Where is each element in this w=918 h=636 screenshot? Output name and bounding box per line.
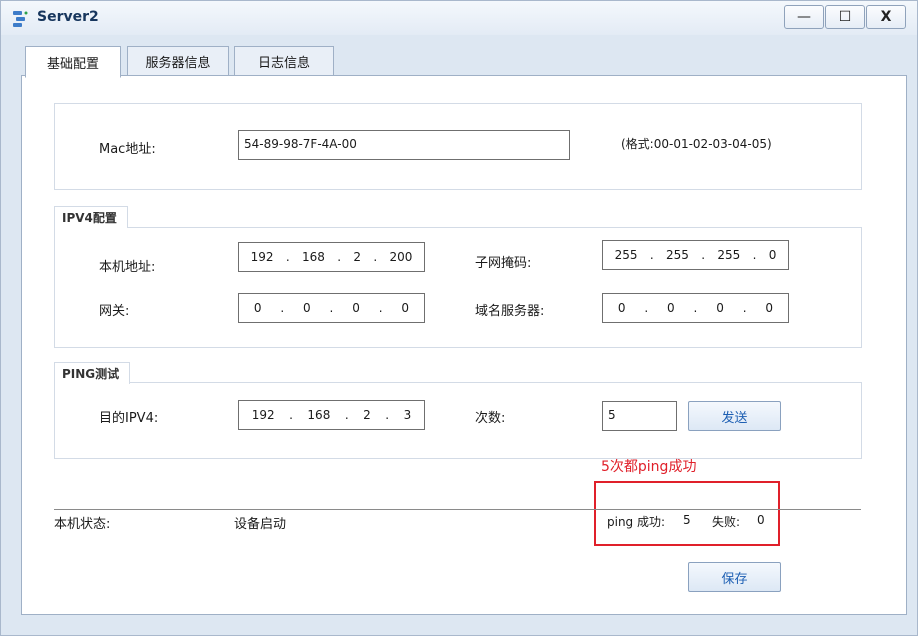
- dot: .: [742, 301, 747, 315]
- mac-label: Mac地址:: [99, 142, 156, 157]
- octet: 0: [401, 301, 410, 315]
- ipv4-legend: IPV4配置: [54, 206, 128, 228]
- octet: 0: [667, 301, 675, 315]
- send-button[interactable]: 发送: [688, 401, 781, 431]
- local-address-input[interactable]: 192. 168. 2. 200: [238, 242, 425, 272]
- ping-legend-text: PING测试: [62, 367, 120, 381]
- ipv4-legend-text: IPV4配置: [62, 211, 117, 225]
- ping-success-label: ping 成功:: [607, 515, 666, 529]
- dot: .: [693, 301, 698, 315]
- octet: 0: [303, 301, 311, 315]
- octet: 192: [250, 250, 274, 264]
- dns-label: 域名服务器:: [475, 304, 545, 319]
- octet: 0: [617, 301, 626, 315]
- ping-legend: PING测试: [54, 362, 131, 384]
- status-divider: [54, 509, 861, 510]
- dot: .: [701, 248, 706, 262]
- tab-server-info[interactable]: 服务器信息: [127, 46, 229, 77]
- subnet-mask-label: 子网掩码:: [475, 256, 532, 271]
- tab-basic-config-label: 基础配置: [46, 56, 99, 72]
- close-button[interactable]: X: [866, 5, 906, 29]
- annotation-text: 5次都ping成功: [601, 459, 697, 475]
- gateway-input[interactable]: 0. 0. 0. 0: [238, 293, 425, 323]
- maximize-button[interactable]: ☐: [825, 5, 865, 29]
- octet: 0: [765, 301, 774, 315]
- octet: 255: [665, 248, 689, 262]
- count-input[interactable]: 5: [602, 401, 677, 431]
- maximize-icon: ☐: [838, 9, 852, 25]
- status-value: 设备启动: [234, 517, 287, 532]
- dot: .: [344, 408, 349, 422]
- octet: 0: [352, 301, 360, 315]
- dot: .: [644, 301, 649, 315]
- dest-ipv4-label: 目的IPV4:: [99, 411, 159, 426]
- dot: .: [285, 250, 290, 264]
- server-app-icon: [13, 11, 28, 27]
- local-address-label: 本机地址:: [99, 260, 156, 275]
- mac-format-hint: (格式:00-01-02-03-04-05): [621, 137, 772, 151]
- count-value: 5: [608, 408, 616, 422]
- dot: .: [329, 301, 334, 315]
- mac-address-input[interactable]: 54-89-98-7F-4A-00: [238, 130, 570, 160]
- title-bar[interactable]: Server2 — ☐ X: [1, 1, 917, 35]
- save-button[interactable]: 保存: [688, 562, 781, 592]
- minimize-icon: —: [797, 9, 811, 25]
- dot: .: [378, 301, 383, 315]
- minimize-button[interactable]: —: [784, 5, 824, 29]
- gateway-label: 网关:: [99, 304, 130, 319]
- save-button-label: 保存: [721, 571, 748, 587]
- fail-value: 0: [757, 513, 765, 527]
- octet: 2: [353, 250, 361, 264]
- tab-log-info[interactable]: 日志信息: [234, 46, 334, 77]
- octet: 168: [301, 250, 325, 264]
- dot: .: [385, 408, 390, 422]
- window-title: Server2: [37, 9, 99, 25]
- server2-window: Server2 — ☐ X 基础配置 服务器信息 日志信息 Mac地址: 54-…: [0, 0, 918, 636]
- dest-ipv4-input[interactable]: 192. 168. 2. 3: [238, 400, 425, 430]
- dns-input[interactable]: 0. 0. 0. 0: [602, 293, 789, 323]
- octet: 2: [363, 408, 371, 422]
- octet: 0: [768, 248, 777, 262]
- ping-success-value: 5: [683, 513, 691, 527]
- mac-address-value: 54-89-98-7F-4A-00: [244, 137, 357, 151]
- octet: 192: [251, 408, 275, 422]
- octet: 3: [403, 408, 412, 422]
- tab-basic-config[interactable]: 基础配置: [25, 46, 121, 78]
- octet: 168: [307, 408, 331, 422]
- octet: 200: [389, 250, 413, 264]
- dot: .: [289, 408, 293, 422]
- octet: 255: [614, 248, 638, 262]
- octet: 255: [717, 248, 741, 262]
- tab-server-info-label: 服务器信息: [145, 56, 211, 71]
- send-button-label: 发送: [721, 410, 748, 426]
- dot: .: [649, 248, 654, 262]
- subnet-mask-input[interactable]: 255. 255. 255. 0: [602, 240, 789, 270]
- dot: .: [752, 248, 757, 262]
- tab-log-info-label: 日志信息: [257, 56, 310, 71]
- count-label: 次数:: [475, 411, 506, 426]
- dot: .: [373, 250, 378, 264]
- dot: .: [280, 301, 285, 315]
- close-icon: X: [880, 9, 892, 25]
- octet: 0: [716, 301, 724, 315]
- fail-label: 失败:: [712, 515, 741, 529]
- octet: 0: [253, 301, 262, 315]
- dot: .: [337, 250, 342, 264]
- status-label: 本机状态:: [54, 517, 111, 532]
